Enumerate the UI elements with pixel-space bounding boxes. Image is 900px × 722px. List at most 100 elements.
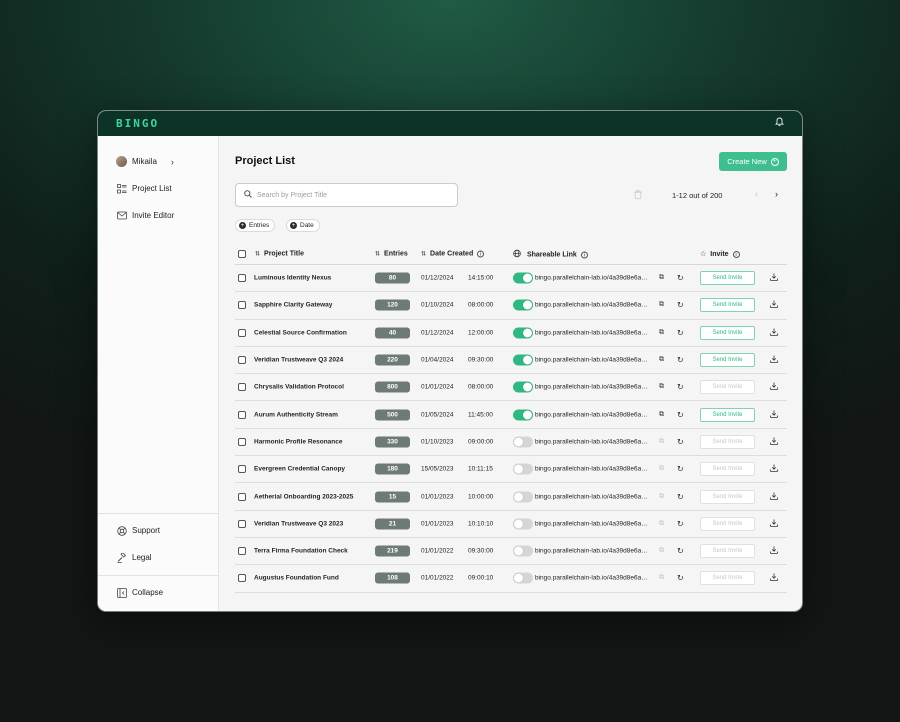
trash-icon[interactable] bbox=[634, 190, 642, 201]
download-icon[interactable] bbox=[770, 273, 778, 283]
info-icon[interactable]: i bbox=[580, 251, 588, 258]
shareable-link[interactable]: bingo.parallelchain-lab.io/4a39d8e6a… bbox=[535, 466, 648, 473]
refresh-icon[interactable]: ↻ bbox=[677, 301, 684, 310]
row-checkbox[interactable] bbox=[238, 519, 246, 528]
copy-icon[interactable]: ⧉ bbox=[659, 438, 664, 446]
share-toggle[interactable] bbox=[513, 381, 533, 393]
create-new-button[interactable]: Create New + bbox=[719, 152, 787, 171]
download-icon[interactable] bbox=[770, 546, 778, 556]
send-invite-button[interactable]: Send Invite bbox=[700, 462, 755, 477]
row-checkbox[interactable] bbox=[238, 410, 246, 419]
download-icon[interactable] bbox=[770, 437, 778, 447]
info-icon[interactable]: i bbox=[477, 250, 485, 257]
share-toggle[interactable] bbox=[513, 409, 533, 421]
shareable-link[interactable]: bingo.parallelchain-lab.io/4a39d8e6a… bbox=[535, 520, 648, 527]
copy-icon[interactable]: ⧉ bbox=[659, 356, 664, 364]
chevron-left-icon[interactable]: ‹ bbox=[755, 189, 758, 199]
bell-icon[interactable] bbox=[775, 117, 784, 130]
download-icon[interactable] bbox=[770, 492, 778, 502]
project-title[interactable]: Celestial Source Confirmation bbox=[254, 329, 347, 336]
project-title[interactable]: Veridian Trustweave Q3 2024 bbox=[254, 357, 343, 364]
sidebar-item-project-list[interactable]: Project List bbox=[116, 183, 172, 194]
project-title[interactable]: Evergreen Credential Canopy bbox=[254, 466, 345, 473]
refresh-icon[interactable]: ↻ bbox=[677, 356, 684, 365]
refresh-icon[interactable]: ↻ bbox=[677, 274, 684, 283]
row-checkbox[interactable] bbox=[238, 465, 246, 474]
search-input[interactable]: Search by Project Title bbox=[235, 183, 458, 207]
copy-icon[interactable]: ⧉ bbox=[659, 493, 664, 501]
sidebar-collapse-button[interactable]: Collapse bbox=[116, 587, 163, 598]
download-icon[interactable] bbox=[770, 382, 778, 392]
project-title[interactable]: Chrysalis Validation Protocol bbox=[254, 384, 344, 391]
share-toggle[interactable] bbox=[513, 272, 533, 284]
share-toggle[interactable] bbox=[513, 299, 533, 311]
project-title[interactable]: Luminous Identity Nexus bbox=[254, 275, 331, 282]
sidebar-item-support[interactable]: Support bbox=[116, 525, 160, 536]
shareable-link[interactable]: bingo.parallelchain-lab.io/4a39d8e6a… bbox=[535, 411, 648, 418]
share-toggle[interactable] bbox=[513, 572, 533, 584]
project-title[interactable]: Terra Firma Foundation Check bbox=[254, 548, 348, 555]
refresh-icon[interactable]: ↻ bbox=[677, 328, 684, 337]
download-icon[interactable] bbox=[770, 410, 778, 420]
sidebar-item-legal[interactable]: Legal bbox=[116, 552, 152, 563]
send-invite-button[interactable]: Send Invite bbox=[700, 407, 755, 422]
share-toggle[interactable] bbox=[513, 518, 533, 530]
row-checkbox[interactable] bbox=[238, 437, 246, 446]
shareable-link[interactable]: bingo.parallelchain-lab.io/4a39d8e6a… bbox=[535, 357, 648, 364]
row-checkbox[interactable] bbox=[238, 301, 246, 310]
project-title[interactable]: Harmonic Profile Resonance bbox=[254, 438, 343, 445]
refresh-icon[interactable]: ↻ bbox=[677, 574, 684, 583]
copy-icon[interactable]: ⧉ bbox=[659, 411, 664, 419]
copy-icon[interactable]: ⧉ bbox=[659, 301, 664, 309]
send-invite-button[interactable]: Send Invite bbox=[700, 544, 755, 559]
share-toggle[interactable] bbox=[513, 436, 533, 448]
send-invite-button[interactable]: Send Invite bbox=[700, 380, 755, 395]
refresh-icon[interactable]: ↻ bbox=[677, 383, 684, 392]
refresh-icon[interactable]: ↻ bbox=[677, 547, 684, 556]
refresh-icon[interactable]: ↻ bbox=[677, 410, 684, 419]
app-logo[interactable]: BINGO bbox=[116, 117, 159, 130]
download-icon[interactable] bbox=[770, 328, 778, 338]
row-checkbox[interactable] bbox=[238, 574, 246, 583]
shareable-link[interactable]: bingo.parallelchain-lab.io/4a39d8e6a… bbox=[535, 548, 648, 555]
sidebar-item-invite-editor[interactable]: Invite Editor bbox=[116, 210, 174, 221]
project-title[interactable]: Aurum Authenticity Stream bbox=[254, 411, 338, 418]
row-checkbox[interactable] bbox=[238, 328, 246, 337]
share-toggle[interactable] bbox=[513, 463, 533, 475]
project-title[interactable]: Sapphire Clarity Gateway bbox=[254, 302, 332, 309]
column-header-date[interactable]: ⇅ Date Created i bbox=[421, 250, 485, 257]
shareable-link[interactable]: bingo.parallelchain-lab.io/4a39d8e6a… bbox=[535, 329, 648, 336]
download-icon[interactable] bbox=[770, 300, 778, 310]
row-checkbox[interactable] bbox=[238, 547, 246, 556]
copy-icon[interactable]: ⧉ bbox=[659, 274, 664, 282]
refresh-icon[interactable]: ↻ bbox=[677, 437, 684, 446]
download-icon[interactable] bbox=[770, 355, 778, 365]
row-checkbox[interactable] bbox=[238, 492, 246, 501]
shareable-link[interactable]: bingo.parallelchain-lab.io/4a39d8e6a… bbox=[535, 275, 648, 282]
refresh-icon[interactable]: ↻ bbox=[677, 519, 684, 528]
project-title[interactable]: Augustus Foundation Fund bbox=[254, 575, 339, 582]
column-header-entries[interactable]: ⇅ Entries bbox=[375, 250, 408, 257]
filter-chip-entries[interactable]: + Entries bbox=[235, 219, 276, 232]
send-invite-button[interactable]: Send Invite bbox=[700, 271, 755, 286]
download-icon[interactable] bbox=[770, 519, 778, 529]
copy-icon[interactable]: ⧉ bbox=[659, 574, 664, 582]
refresh-icon[interactable]: ↻ bbox=[677, 492, 684, 501]
select-all-checkbox[interactable] bbox=[238, 249, 246, 258]
shareable-link[interactable]: bingo.parallelchain-lab.io/4a39d8e6a… bbox=[535, 575, 648, 582]
download-icon[interactable] bbox=[770, 573, 778, 583]
shareable-link[interactable]: bingo.parallelchain-lab.io/4a39d8e6a… bbox=[535, 438, 648, 445]
refresh-icon[interactable]: ↻ bbox=[677, 465, 684, 474]
share-toggle[interactable] bbox=[513, 491, 533, 503]
send-invite-button[interactable]: Send Invite bbox=[700, 298, 755, 313]
shareable-link[interactable]: bingo.parallelchain-lab.io/4a39d8e6a… bbox=[535, 493, 648, 500]
copy-icon[interactable]: ⧉ bbox=[659, 520, 664, 528]
share-toggle[interactable] bbox=[513, 327, 533, 339]
project-title[interactable]: Aetherial Onboarding 2023-2025 bbox=[254, 493, 353, 500]
shareable-link[interactable]: bingo.parallelchain-lab.io/4a39d8e6a… bbox=[535, 384, 648, 391]
copy-icon[interactable]: ⧉ bbox=[659, 465, 664, 473]
send-invite-button[interactable]: Send Invite bbox=[700, 516, 755, 531]
send-invite-button[interactable]: Send Invite bbox=[700, 489, 755, 504]
copy-icon[interactable]: ⧉ bbox=[659, 547, 664, 555]
send-invite-button[interactable]: Send Invite bbox=[700, 571, 755, 586]
